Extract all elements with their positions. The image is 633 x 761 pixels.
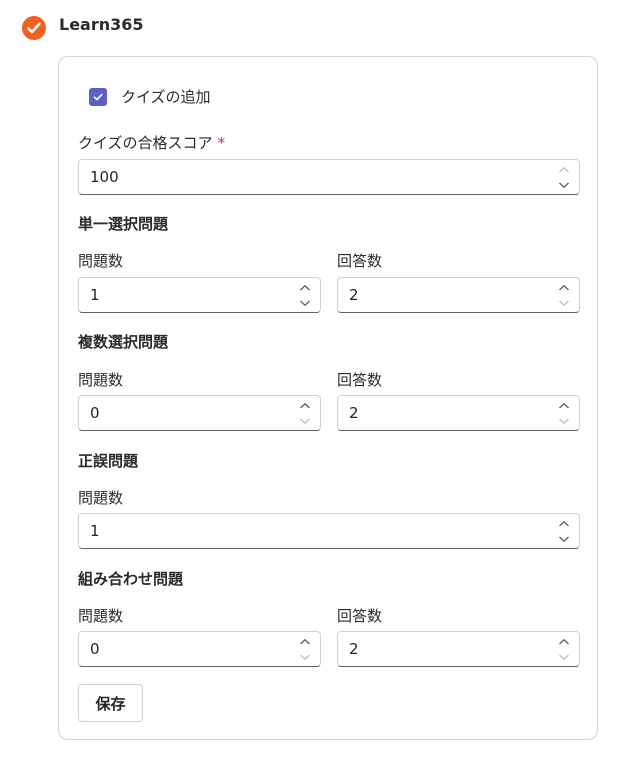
add-quiz-checkbox[interactable] bbox=[89, 87, 107, 106]
single-choice-questions-input[interactable]: 1 bbox=[78, 277, 321, 313]
matching-questions-value[interactable]: 0 bbox=[90, 640, 294, 658]
multiple-choice-answers-input[interactable]: 2 bbox=[337, 395, 580, 431]
save-button[interactable]: 保存 bbox=[78, 684, 143, 722]
increment-chevron-up-icon[interactable] bbox=[555, 516, 573, 531]
matching-answers-input[interactable]: 2 bbox=[337, 631, 580, 667]
single-choice-questions-value[interactable]: 1 bbox=[90, 286, 294, 304]
multiple-choice-title: 複数選択問題 bbox=[78, 333, 169, 351]
matching-answers-spinner bbox=[553, 632, 575, 666]
true-false-questions-value[interactable]: 1 bbox=[90, 522, 553, 540]
increment-chevron-up-icon[interactable] bbox=[555, 634, 573, 649]
multiple-choice-questions-label: 問題数 bbox=[78, 371, 124, 389]
increment-chevron-up-icon[interactable] bbox=[296, 398, 314, 413]
decrement-chevron-down-icon[interactable] bbox=[555, 177, 573, 192]
add-quiz-checkbox-row[interactable]: クイズの追加 bbox=[89, 86, 211, 107]
multiple-choice-answers-label: 回答数 bbox=[337, 371, 383, 389]
single-choice-answers-value[interactable]: 2 bbox=[349, 286, 553, 304]
multiple-choice-questions-value[interactable]: 0 bbox=[90, 404, 294, 422]
increment-chevron-up-icon[interactable] bbox=[555, 162, 573, 177]
matching-questions-spinner bbox=[294, 632, 316, 666]
decrement-chevron-down-icon[interactable] bbox=[555, 649, 573, 664]
decrement-chevron-down-icon[interactable] bbox=[296, 413, 314, 428]
single-choice-questions-label: 問題数 bbox=[78, 252, 124, 270]
decrement-chevron-down-icon[interactable] bbox=[555, 413, 573, 428]
decrement-chevron-down-icon[interactable] bbox=[555, 531, 573, 546]
pass-score-spinner bbox=[553, 160, 575, 194]
app-header: Learn365 bbox=[22, 14, 144, 40]
decrement-chevron-down-icon[interactable] bbox=[555, 295, 573, 310]
true-false-questions-input[interactable]: 1 bbox=[78, 513, 580, 549]
increment-chevron-up-icon[interactable] bbox=[296, 280, 314, 295]
pass-score-input[interactable]: 100 bbox=[78, 159, 580, 195]
checkmark-icon bbox=[93, 93, 103, 100]
single-choice-answers-input[interactable]: 2 bbox=[337, 277, 580, 313]
multiple-choice-answers-spinner bbox=[553, 396, 575, 430]
matching-questions-label: 問題数 bbox=[78, 607, 124, 625]
pass-score-label: クイズの合格スコア * bbox=[78, 132, 225, 153]
true-false-questions-label: 問題数 bbox=[78, 489, 124, 507]
multiple-choice-questions-spinner bbox=[294, 396, 316, 430]
single-choice-questions-spinner bbox=[294, 278, 316, 312]
decrement-chevron-down-icon[interactable] bbox=[296, 295, 314, 310]
true-false-title: 正誤問題 bbox=[78, 452, 139, 470]
single-choice-title: 単一選択問題 bbox=[78, 215, 169, 233]
multiple-choice-answers-value[interactable]: 2 bbox=[349, 404, 553, 422]
required-marker: * bbox=[217, 134, 226, 152]
matching-answers-value[interactable]: 2 bbox=[349, 640, 553, 658]
increment-chevron-up-icon[interactable] bbox=[296, 634, 314, 649]
increment-chevron-up-icon[interactable] bbox=[555, 280, 573, 295]
single-choice-answers-spinner bbox=[553, 278, 575, 312]
true-false-questions-spinner bbox=[553, 514, 575, 548]
learn365-logo-icon bbox=[22, 16, 46, 40]
matching-answers-label: 回答数 bbox=[337, 607, 383, 625]
matching-questions-input[interactable]: 0 bbox=[78, 631, 321, 667]
quiz-settings-card: クイズの追加 クイズの合格スコア* 100 単一選択問題 問題数 回答数 1 bbox=[58, 56, 598, 740]
multiple-choice-questions-input[interactable]: 0 bbox=[78, 395, 321, 431]
pass-score-value[interactable]: 100 bbox=[90, 168, 553, 186]
matching-title: 組み合わせ問題 bbox=[78, 570, 184, 588]
pass-score-label-text: クイズの合格スコア bbox=[78, 134, 213, 152]
decrement-chevron-down-icon[interactable] bbox=[296, 649, 314, 664]
increment-chevron-up-icon[interactable] bbox=[555, 398, 573, 413]
app-title: Learn365 bbox=[59, 14, 144, 34]
single-choice-answers-label: 回答数 bbox=[337, 252, 383, 270]
add-quiz-label: クイズの追加 bbox=[121, 88, 211, 106]
